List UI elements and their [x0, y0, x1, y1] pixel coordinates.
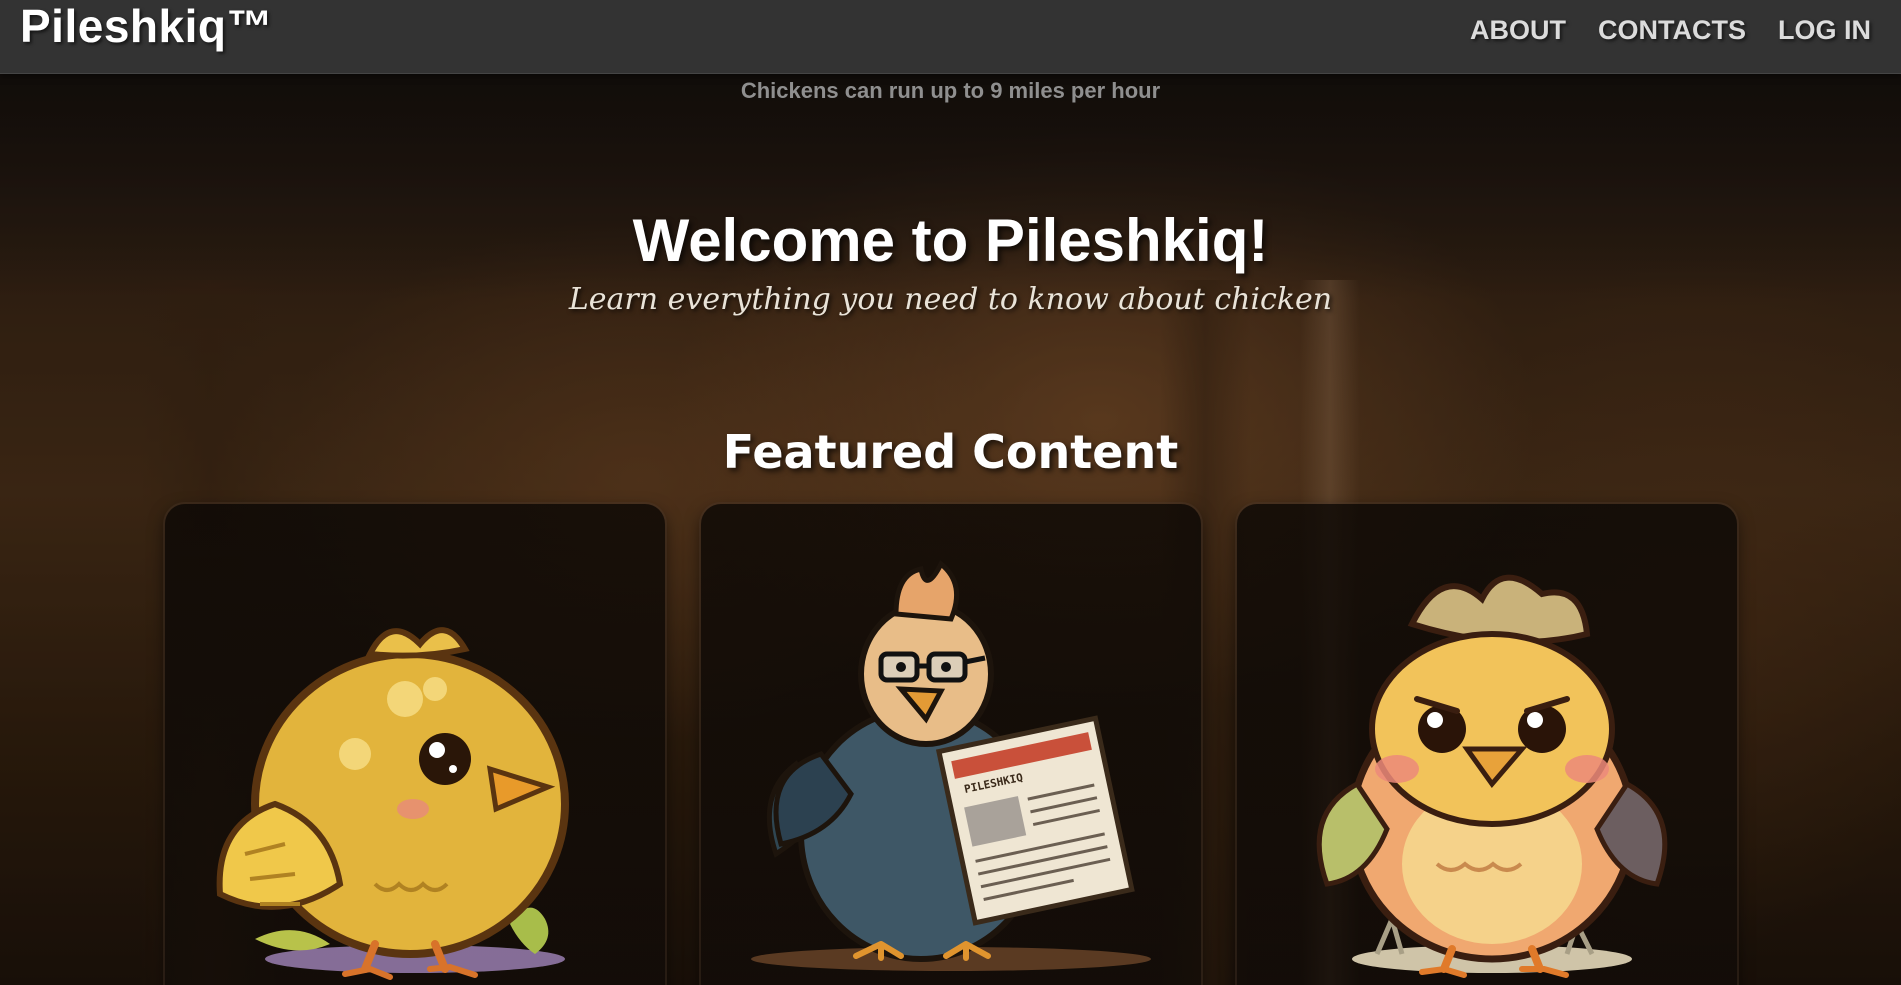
navbar: Pileshkiq™ ABOUT CONTACTS LOG IN: [0, 0, 1901, 74]
nav-link-login[interactable]: LOG IN: [1778, 15, 1871, 46]
colorful-chick-illustration: [1316, 574, 1668, 978]
featured-card-2[interactable]: PILESHKIQ: [701, 504, 1201, 985]
nav-links: ABOUT CONTACTS LOG IN: [1470, 0, 1871, 60]
nav-link-about[interactable]: ABOUT: [1470, 15, 1566, 46]
hero-title: Welcome to Pileshkiq!: [632, 207, 1269, 274]
fact-banner: Chickens can run up to 9 miles per hour: [740, 78, 1161, 103]
hero-subtitle: Learn everything you need to know about …: [568, 282, 1333, 317]
page: Pileshkiq™ ABOUT CONTACTS LOG IN Chicken…: [0, 0, 1901, 985]
nav-link-contacts[interactable]: CONTACTS: [1598, 15, 1746, 46]
yellow-chick-illustration: [216, 627, 569, 980]
featured-card-1[interactable]: [165, 504, 665, 985]
brand-logo[interactable]: Pileshkiq™: [20, 0, 273, 52]
featured-card-3[interactable]: [1237, 504, 1737, 985]
chicken-reading-newspaper-illustration: PILESHKIQ: [751, 560, 1151, 971]
featured-title: Featured Content: [722, 425, 1179, 479]
